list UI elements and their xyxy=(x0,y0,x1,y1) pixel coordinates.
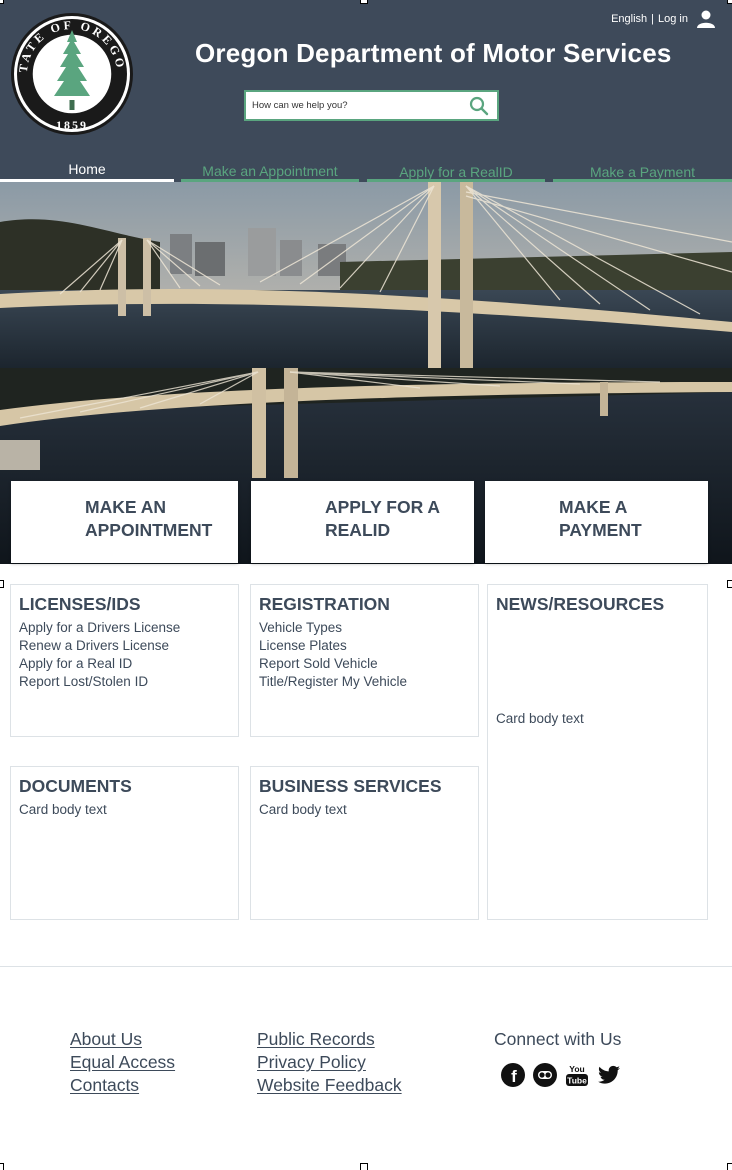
card-body-text: Card body text xyxy=(259,802,347,817)
utility-bar: English | Log in xyxy=(611,10,716,28)
card-body-text: Card body text xyxy=(19,802,107,817)
card-link[interactable]: Title/Register My Vehicle xyxy=(259,673,407,691)
search-input[interactable] xyxy=(252,100,462,111)
facebook-icon[interactable]: f xyxy=(501,1063,525,1087)
resize-handle[interactable] xyxy=(727,0,732,4)
action-line1: MAKE A xyxy=(559,497,628,517)
card-title: BUSINESS SERVICES xyxy=(259,776,442,796)
footer-link-contacts[interactable]: Contacts xyxy=(70,1075,139,1096)
svg-text:You: You xyxy=(569,1064,584,1074)
make-payment-card[interactable]: MAKE A PAYMENT xyxy=(485,481,708,563)
svg-text:Tube: Tube xyxy=(567,1076,587,1086)
tab-label: Home xyxy=(68,161,106,177)
card-link[interactable]: Apply for a Drivers License xyxy=(19,619,180,637)
documents-card: DOCUMENTS Card body text xyxy=(10,766,239,920)
language-selector[interactable]: English xyxy=(611,13,647,25)
site-header: STATE OF OREGON 1859 English | Log in Or… xyxy=(0,0,732,182)
card-link-list: Apply for a Drivers License Renew a Driv… xyxy=(19,619,180,691)
action-line2: PAYMENT xyxy=(559,520,642,540)
login-link[interactable]: Log in xyxy=(658,13,688,25)
search-box xyxy=(244,90,499,121)
action-line2: REALID xyxy=(325,520,391,540)
twitter-icon[interactable] xyxy=(597,1063,621,1087)
footer-link-website-feedback[interactable]: Website Feedback xyxy=(257,1075,402,1096)
tab-home[interactable]: Home xyxy=(0,158,174,182)
tab-make-an-appointment[interactable]: Make an Appointment xyxy=(181,158,359,182)
resize-handle[interactable] xyxy=(727,1163,732,1170)
svg-text:f: f xyxy=(511,1067,517,1086)
svg-text:1859: 1859 xyxy=(56,118,88,132)
business-services-card: BUSINESS SERVICES Card body text xyxy=(250,766,479,920)
card-body-text: Card body text xyxy=(496,711,584,726)
card-link[interactable]: Report Sold Vehicle xyxy=(259,655,407,673)
card-link[interactable]: Apply for a Real ID xyxy=(19,655,180,673)
make-appointment-card[interactable]: MAKE AN APPOINTMENT xyxy=(11,481,238,563)
resize-handle[interactable] xyxy=(727,580,732,588)
action-line1: APPLY FOR A xyxy=(325,497,441,517)
footer-link-about-us[interactable]: About Us xyxy=(70,1029,142,1050)
tab-make-a-payment[interactable]: Make a Payment xyxy=(553,158,732,182)
card-link[interactable]: License Plates xyxy=(259,637,407,655)
youtube-icon[interactable]: You Tube xyxy=(565,1063,589,1087)
card-link-list: Vehicle Types License Plates Report Sold… xyxy=(259,619,407,691)
action-line2: APPOINTMENT xyxy=(85,520,213,540)
tab-label: Apply for a RealID xyxy=(399,164,513,180)
card-title: NEWS/RESOURCES xyxy=(496,594,665,614)
news-resources-card: NEWS/RESOURCES Card body text xyxy=(487,584,708,920)
resize-handle[interactable] xyxy=(0,580,4,588)
card-link[interactable]: Vehicle Types xyxy=(259,619,407,637)
apply-realid-card[interactable]: APPLY FOR A REALID xyxy=(251,481,474,563)
site-footer: About Us Equal Access Contacts Public Re… xyxy=(0,966,732,1170)
licenses-ids-card: LICENSES/IDS Apply for a Drivers License… xyxy=(10,584,239,737)
card-title: REGISTRATION xyxy=(259,594,390,614)
tab-label: Make a Payment xyxy=(589,164,696,180)
search-icon[interactable] xyxy=(469,96,489,116)
resize-handle[interactable] xyxy=(0,1163,4,1170)
resize-handle[interactable] xyxy=(360,1163,368,1170)
resize-handle[interactable] xyxy=(360,0,368,4)
flickr-icon[interactable] xyxy=(533,1063,557,1087)
footer-link-privacy-policy[interactable]: Privacy Policy xyxy=(257,1052,366,1073)
utility-separator: | xyxy=(651,13,655,25)
registration-card: REGISTRATION Vehicle Types License Plate… xyxy=(250,584,479,737)
oregon-state-seal-logo[interactable]: STATE OF OREGON 1859 xyxy=(10,12,134,136)
card-title: LICENSES/IDS xyxy=(19,594,141,614)
tab-apply-for-realid[interactable]: Apply for a RealID xyxy=(367,158,545,182)
user-icon[interactable] xyxy=(696,10,716,28)
footer-link-equal-access[interactable]: Equal Access xyxy=(70,1052,175,1073)
action-line1: MAKE AN xyxy=(85,497,167,517)
tab-label: Make an Appointment xyxy=(202,163,338,179)
connect-heading: Connect with Us xyxy=(494,1029,622,1049)
card-link[interactable]: Renew a Drivers License xyxy=(19,637,180,655)
resize-handle[interactable] xyxy=(0,0,4,4)
footer-link-public-records[interactable]: Public Records xyxy=(257,1029,375,1050)
card-title: DOCUMENTS xyxy=(19,776,132,796)
card-link[interactable]: Report Lost/Stolen ID xyxy=(19,673,180,691)
site-title: Oregon Department of Motor Services xyxy=(195,38,672,68)
